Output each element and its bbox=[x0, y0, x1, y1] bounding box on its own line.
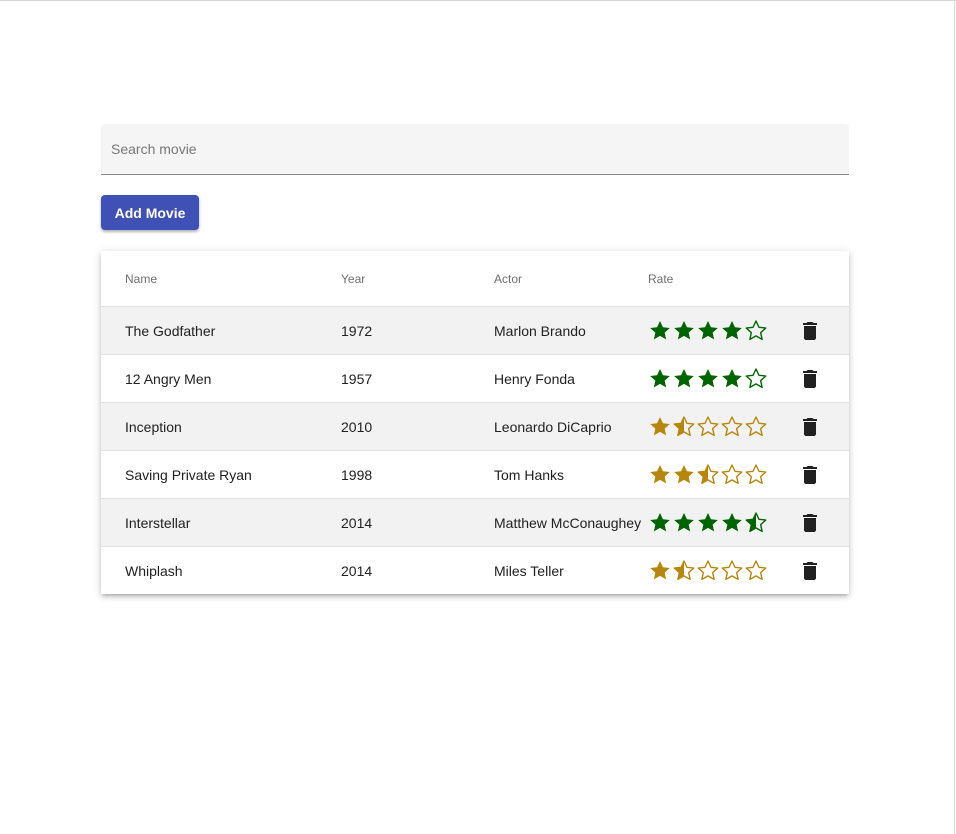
star-outline-icon[interactable] bbox=[697, 415, 719, 436]
movie-rating bbox=[648, 498, 798, 547]
trash-icon[interactable] bbox=[798, 415, 822, 439]
movie-actor: Matthew McConaughey bbox=[494, 498, 648, 547]
star-icon[interactable] bbox=[722, 320, 742, 339]
star-outline-icon[interactable] bbox=[721, 415, 743, 436]
row-actions bbox=[798, 306, 849, 355]
movie-year: 2014 bbox=[341, 562, 373, 579]
header-actions bbox=[798, 251, 849, 307]
movie-actor: Marlon Brando bbox=[494, 306, 648, 355]
header-rate: Rate bbox=[648, 251, 798, 307]
movie-name: Interstellar bbox=[101, 498, 341, 547]
delete-button[interactable] bbox=[798, 415, 822, 439]
movie-rating bbox=[648, 402, 798, 451]
trash-icon[interactable] bbox=[798, 367, 822, 391]
movie-name: 12 Angry Men bbox=[101, 354, 341, 403]
movie-actor: Henry Fonda bbox=[494, 354, 648, 403]
star-outline-icon[interactable] bbox=[745, 367, 767, 388]
trash-icon[interactable] bbox=[798, 559, 822, 583]
header-name: Name bbox=[101, 251, 341, 307]
row-actions bbox=[798, 354, 849, 403]
star-icon[interactable] bbox=[650, 416, 670, 435]
star-icon[interactable] bbox=[698, 368, 718, 387]
top-border bbox=[0, 0, 956, 1]
movie-rating bbox=[648, 547, 798, 595]
star-icon[interactable] bbox=[650, 368, 670, 387]
movie-actor: Miles Teller bbox=[494, 562, 564, 579]
movie-year: 1972 bbox=[341, 306, 494, 355]
star-icon[interactable] bbox=[650, 560, 670, 579]
movie-actor: Tom Hanks bbox=[494, 450, 648, 499]
rating-stars[interactable] bbox=[648, 463, 768, 487]
header-actor: Actor bbox=[494, 251, 648, 307]
rating-stars[interactable] bbox=[648, 319, 768, 343]
table-row: Interstellar 2014 Matthew McConaughey bbox=[101, 498, 849, 547]
delete-button[interactable] bbox=[798, 319, 822, 343]
movie-rating bbox=[648, 450, 798, 499]
star-outline-icon[interactable] bbox=[745, 415, 767, 436]
movie-year: 2010 bbox=[341, 402, 494, 451]
movie-name: The Godfather bbox=[101, 306, 341, 355]
delete-button[interactable] bbox=[798, 511, 822, 535]
rating-stars[interactable] bbox=[648, 415, 768, 439]
star-icon[interactable] bbox=[698, 320, 718, 339]
right-border bbox=[954, 0, 955, 834]
star-icon[interactable] bbox=[650, 320, 670, 339]
search-input[interactable] bbox=[101, 124, 849, 174]
movie-year: 2014 bbox=[341, 498, 494, 547]
trash-icon[interactable] bbox=[798, 511, 822, 535]
table-header-row: Name Year Actor Rate bbox=[101, 251, 849, 307]
star-outline-icon[interactable] bbox=[721, 463, 743, 484]
star-icon[interactable] bbox=[674, 320, 694, 339]
table-row: 12 Angry Men 1957 Henry Fonda bbox=[101, 354, 849, 403]
star-outline-icon[interactable] bbox=[745, 559, 767, 580]
row-actions bbox=[798, 402, 849, 451]
star-icon[interactable] bbox=[674, 464, 694, 483]
movie-rating bbox=[648, 306, 798, 355]
star-outline-icon[interactable] bbox=[697, 559, 719, 580]
movie-year: 1957 bbox=[341, 354, 494, 403]
trash-icon[interactable] bbox=[798, 319, 822, 343]
star-icon[interactable] bbox=[722, 512, 742, 531]
trash-icon[interactable] bbox=[798, 463, 822, 487]
table-body: The Godfather 1972 Marlon Brando 12 Angry M… bbox=[101, 306, 849, 595]
movie-actor: Leonardo DiCaprio bbox=[494, 402, 648, 451]
movie-name: Whiplash bbox=[125, 562, 183, 579]
row-actions bbox=[798, 498, 849, 547]
movie-year: 1998 bbox=[341, 450, 494, 499]
star-icon[interactable] bbox=[650, 464, 670, 483]
movie-name: Saving Private Ryan bbox=[101, 450, 341, 499]
table-row: The Godfather 1972 Marlon Brando bbox=[101, 306, 849, 355]
delete-button[interactable] bbox=[798, 367, 822, 391]
star-icon[interactable] bbox=[722, 368, 742, 387]
movie-table-card: Name Year Actor Rate The Godfather 1972 Ma… bbox=[101, 251, 849, 594]
star-icon[interactable] bbox=[650, 512, 670, 531]
movie-table: Name Year Actor Rate The Godfather 1972 Ma… bbox=[101, 251, 849, 594]
add-movie-button[interactable]: Add Movie bbox=[101, 195, 199, 230]
row-actions bbox=[798, 450, 849, 499]
star-outline-icon[interactable] bbox=[745, 319, 767, 340]
row-actions bbox=[798, 547, 849, 595]
table-row: Whiplash 2014 Miles Teller bbox=[101, 546, 849, 595]
star-half-icon[interactable] bbox=[745, 511, 767, 532]
delete-button[interactable] bbox=[798, 559, 822, 583]
star-outline-icon[interactable] bbox=[721, 559, 743, 580]
movie-name: Inception bbox=[101, 402, 341, 451]
rating-stars[interactable] bbox=[648, 559, 768, 583]
movie-app: Add Movie Name Year Actor Rate The Godfa… bbox=[101, 124, 849, 594]
star-half-icon[interactable] bbox=[673, 559, 695, 580]
rating-stars[interactable] bbox=[648, 511, 768, 535]
search-field[interactable] bbox=[101, 124, 849, 175]
header-year: Year bbox=[341, 251, 494, 307]
star-icon[interactable] bbox=[674, 368, 694, 387]
star-outline-icon[interactable] bbox=[745, 463, 767, 484]
table-row: Inception 2010 Leonardo DiCaprio bbox=[101, 402, 849, 451]
star-icon[interactable] bbox=[698, 512, 718, 531]
star-half-icon[interactable] bbox=[697, 463, 719, 484]
movie-rating bbox=[648, 354, 798, 403]
delete-button[interactable] bbox=[798, 463, 822, 487]
star-half-icon[interactable] bbox=[673, 415, 695, 436]
rating-stars[interactable] bbox=[648, 367, 768, 391]
star-icon[interactable] bbox=[674, 512, 694, 531]
table-row: Saving Private Ryan 1998 Tom Hanks bbox=[101, 450, 849, 499]
